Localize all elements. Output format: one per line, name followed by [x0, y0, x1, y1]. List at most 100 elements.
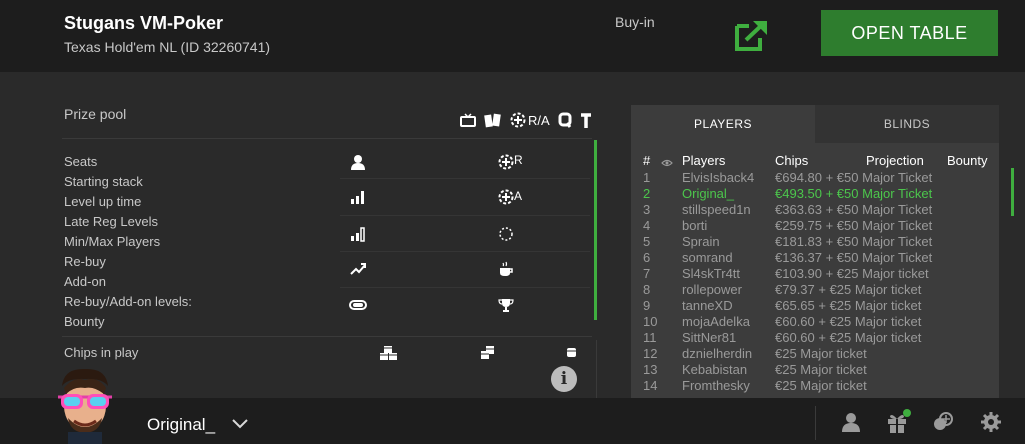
row-number: 4	[643, 218, 651, 233]
table-row[interactable]: 6 somrand €136.37 + €50 Major Ticket	[631, 250, 999, 266]
row-number: 11	[643, 330, 657, 345]
panel-divider	[596, 340, 597, 398]
profile-icon[interactable]	[839, 410, 863, 434]
player-name: stillspeed1n	[682, 202, 751, 217]
tournament-title: Stugans VM-Poker	[64, 13, 224, 33]
prize-pool-label: Prize pool	[64, 106, 127, 122]
table-row[interactable]: 13 Kebabistan €25 Major ticket	[631, 362, 999, 378]
divider	[62, 138, 592, 139]
rebuy-addon-chip-icon	[510, 112, 526, 128]
row-number: 14	[643, 378, 658, 393]
username[interactable]: Original_	[147, 415, 215, 435]
player-chips: €65.65 + €25 Major ticket	[775, 298, 922, 313]
row-number: 5	[643, 234, 651, 249]
player-name: mojaAdelka	[682, 314, 750, 329]
player-name: tanneXD	[682, 298, 733, 313]
row-number: 3	[643, 202, 651, 217]
table-row[interactable]: 14 Fromthesky €25 Major ticket	[631, 378, 999, 394]
info-label-addon: Add-on	[64, 274, 106, 289]
info-label-bounty: Bounty	[64, 314, 105, 329]
info-label-level-up-time: Level up time	[64, 194, 142, 209]
scroll-indicator[interactable]	[594, 140, 597, 320]
player-chips: €493.50 + €50 Major Ticket	[775, 186, 933, 201]
player-name: borti	[682, 218, 708, 233]
header-projection[interactable]: Projection	[866, 153, 924, 168]
tournament-type-icons: R/A	[460, 112, 592, 128]
player-icon	[346, 150, 370, 174]
player-name: Kebabistan	[682, 362, 748, 377]
player-chips: €136.37 + €50 Major Ticket	[775, 250, 933, 265]
table-row[interactable]: 5 Sprain €181.83 + €50 Major Ticket	[631, 234, 999, 250]
tv-icon	[460, 113, 476, 127]
info-label-seats: Seats	[64, 154, 98, 169]
chip-outline-icon	[494, 222, 518, 246]
info-label-starting-stack: Starting stack	[64, 174, 143, 189]
coffee-break-icon	[494, 257, 518, 281]
info-label-min-max-players: Min/Max Players	[64, 234, 161, 249]
player-name: Sprain	[682, 234, 720, 249]
table-row[interactable]: 10 mojaAdelka €60.60 + €25 Major ticket	[631, 314, 999, 330]
table-row[interactable]: 4 borti €259.75 + €50 Major Ticket	[631, 218, 999, 234]
table-row[interactable]: 12 dznielherdin €25 Major ticket	[631, 346, 999, 362]
divider	[62, 336, 592, 337]
row-number: 7	[643, 266, 651, 281]
footer-divider	[815, 406, 816, 440]
avatar[interactable]	[54, 366, 116, 444]
tab-bar: PLAYERS BLINDS	[631, 105, 999, 143]
buyin-label: Buy-in	[615, 14, 655, 30]
table-row[interactable]: 3 stillspeed1n €363.63 + €50 Major Ticket	[631, 202, 999, 218]
table-row[interactable]: 7 Sl4skTr4tt €103.90 + €25 Major ticket	[631, 266, 999, 282]
info-button[interactable]: i	[551, 366, 577, 392]
player-chips: €60.60 + €25 Major ticket	[775, 314, 922, 329]
header-chips[interactable]: Chips	[775, 153, 808, 168]
player-name: ElvisIsback4	[682, 170, 755, 185]
row-number: 8	[643, 282, 651, 297]
signal-bars-icon	[346, 185, 370, 209]
chevron-down-icon[interactable]	[231, 418, 249, 430]
cards-icon	[484, 113, 502, 128]
chip-stack-large-icon	[379, 343, 399, 366]
header-bounty[interactable]: Bounty	[947, 153, 987, 168]
level-bars-icon	[346, 222, 370, 246]
row-number: 6	[643, 250, 651, 265]
turbo-icon	[580, 112, 592, 128]
player-name: dznielherdin	[682, 346, 753, 361]
player-name: somrand	[682, 250, 733, 265]
table-row[interactable]: 8 rollepower €79.37 + €25 Major ticket	[631, 282, 999, 298]
trophy-icon	[494, 293, 518, 317]
info-label-late-reg-levels: Late Reg Levels	[64, 214, 158, 229]
table-row[interactable]: 11 SittNer81 €60.60 + €25 Major ticket	[631, 330, 999, 346]
poker-chips-icon[interactable]	[931, 410, 955, 434]
player-chips: €103.90 + €25 Major ticket	[775, 266, 929, 281]
player-name: Fromthesky	[682, 378, 750, 393]
row-number: 10	[643, 314, 658, 329]
open-table-button[interactable]: OPEN TABLE	[821, 10, 998, 56]
row-number: 9	[643, 298, 651, 313]
open-external-icon[interactable]	[734, 18, 770, 52]
header-num: #	[643, 153, 651, 168]
rebuy-r-label: R	[514, 153, 523, 167]
table-row-current-user[interactable]: 2 Original_ €493.50 + €50 Major Ticket	[631, 186, 999, 202]
eye-icon[interactable]	[661, 155, 673, 170]
player-name: Sl4skTr4tt	[682, 266, 741, 281]
info-label-rebuy-addon-levels: Re-buy/Add-on levels:	[64, 294, 192, 309]
players-scrollbar[interactable]	[1011, 168, 1014, 216]
header-bar: Stugans VM-Poker Texas Hold'em NL (ID 32…	[0, 0, 1025, 72]
player-chips: €25 Major ticket	[775, 378, 867, 393]
tab-players[interactable]: PLAYERS	[631, 105, 815, 143]
row-number: 1	[643, 170, 651, 185]
header-players[interactable]: Players	[682, 153, 725, 168]
ticket-icon	[346, 293, 370, 317]
table-row[interactable]: 9 tanneXD €65.65 + €25 Major ticket	[631, 298, 999, 314]
player-chips: €259.75 + €50 Major Ticket	[775, 218, 933, 233]
table-row[interactable]: 1 ElvisIsback4 €694.80 + €50 Major Ticket	[631, 170, 999, 186]
settings-gear-icon[interactable]	[979, 410, 1003, 434]
chip-stack-medium-icon	[480, 344, 496, 365]
player-chips: €694.80 + €50 Major Ticket	[775, 170, 933, 185]
tab-blinds[interactable]: BLINDS	[815, 105, 999, 143]
player-name: Original_	[682, 186, 735, 201]
chip-stack-small-icon	[566, 345, 578, 363]
quick-icon	[558, 112, 572, 128]
player-name: SittNer81	[682, 330, 737, 345]
tournament-subtitle: Texas Hold'em NL (ID 32260741)	[64, 39, 271, 55]
